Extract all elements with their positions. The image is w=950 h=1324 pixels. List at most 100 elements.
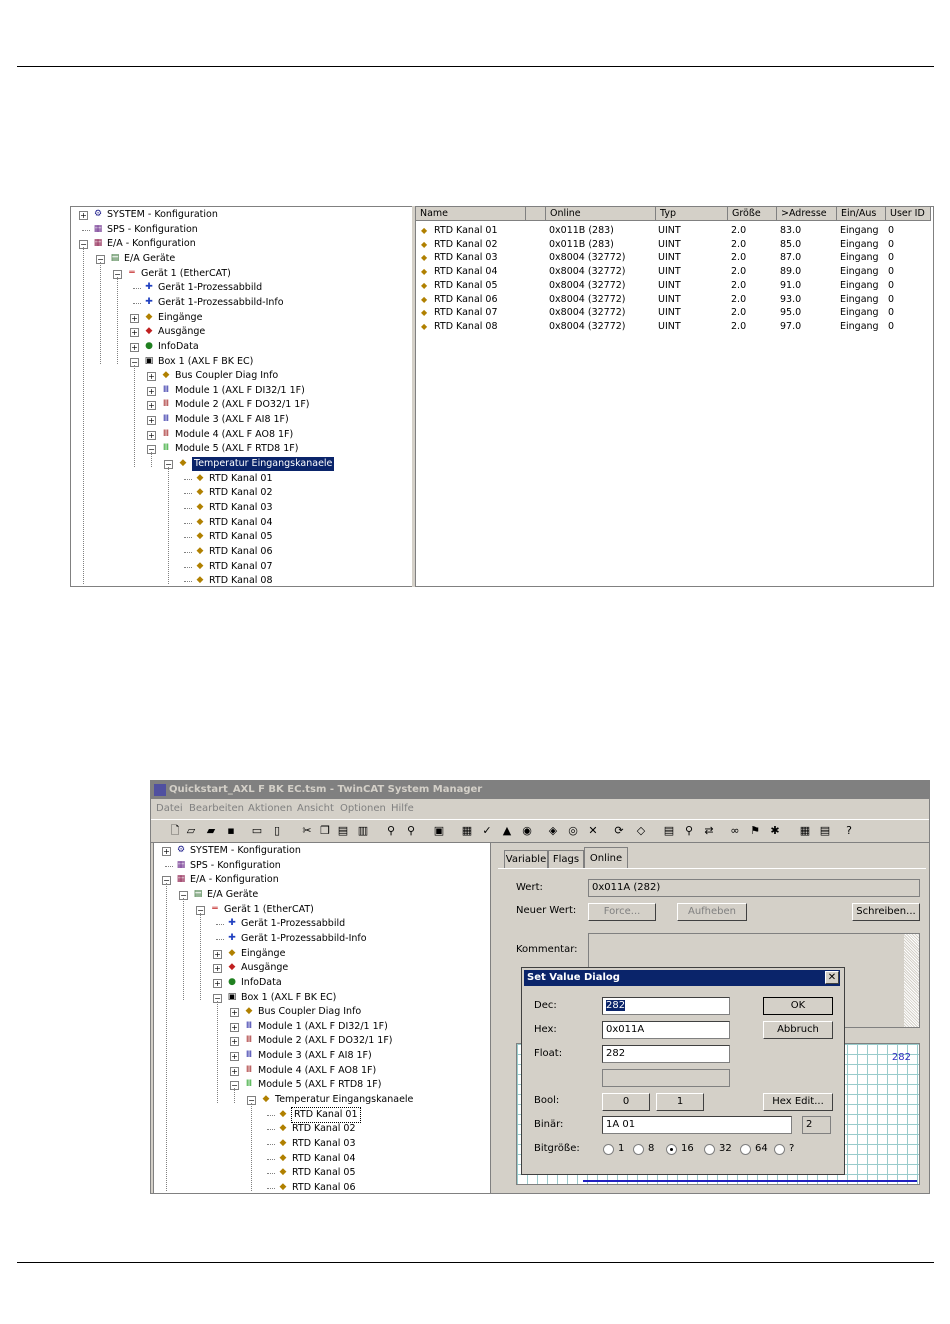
flag-icon[interactable]: ⚑ [747,823,763,839]
column-header[interactable]: Größe [728,207,777,221]
tree-node[interactable]: − ▤ E/A Geräte [71,252,412,266]
column-header[interactable]: Online [546,207,656,221]
table-row[interactable]: RTD Kanal 06 ◆ 0x8004 (32772) UINT 2.0 93.0 Ei… [416,293,933,307]
tools-icon[interactable]: ✕ [585,823,601,839]
table-row[interactable]: RTD Kanal 03 ◆ 0x8004 (32772) UINT 2.0 87.0 Ei… [416,251,933,265]
zoom-icon[interactable]: ⚲ [681,823,697,839]
tree-node[interactable]: ◆ RTD Kanal 04 [154,1152,490,1166]
hex-input[interactable]: 0x011A [602,1021,730,1039]
target-icon[interactable]: ▣ [431,823,447,839]
expand-icon[interactable]: + [79,211,88,220]
open-icon[interactable]: ▱ [183,823,199,839]
expand-icon[interactable]: + [162,847,171,856]
tree-node[interactable]: + Ⅲ Module 2 (AXL F DO32/1 1F) [71,398,412,412]
expand-icon[interactable]: + [213,964,222,974]
new-file-icon[interactable]: 🗋 [167,823,183,839]
tree-node[interactable]: ▦ SPS - Konfiguration [154,859,490,873]
bit-size-radio[interactable] [740,1144,751,1155]
generate-mappings-icon[interactable]: ▦ [459,823,475,839]
tree-node[interactable]: ▦ SPS - Konfiguration [71,223,412,237]
find-icon[interactable]: ⚲ [383,823,399,839]
expand-icon[interactable]: + [213,949,222,959]
bit-size-radio[interactable] [603,1144,614,1155]
menu-ansicht[interactable]: Ansicht [297,800,334,818]
tree-node[interactable]: ✚ Gerät 1-Prozessabbild-Info [154,932,490,946]
tree-node[interactable]: ◆ RTD Kanal 05 [154,1166,490,1180]
tree-node[interactable]: − ◆ Temperatur Eingangskanaele [154,1093,490,1107]
tree-node[interactable]: ◆ RTD Kanal 02 [71,486,412,500]
calc-icon[interactable]: ▤ [817,823,833,839]
expand-icon[interactable]: + [147,372,156,382]
tree-node[interactable]: + ◆ Bus Coupler Diag Info [154,1005,490,1019]
bit-size-radio[interactable] [704,1144,715,1155]
tree-node[interactable]: ◆ RTD Kanal 06 [71,545,412,559]
comment-scrollbar[interactable] [904,934,919,1027]
tree-node[interactable]: ◆ RTD Kanal 06 [154,1181,490,1193]
tree-node[interactable]: + ⚙ SYSTEM - Konfiguration [154,844,490,858]
tree-node[interactable]: + Ⅲ Module 1 (AXL F DI32/1 1F) [71,384,412,398]
tree-node[interactable]: − ▤ E/A Geräte [154,888,490,902]
tree-node[interactable]: + Ⅲ Module 3 (AXL F AI8 1F) [154,1049,490,1063]
column-header[interactable]: Name [416,207,526,221]
column-header[interactable]: User ID [886,207,931,221]
expand-icon[interactable]: + [147,430,156,440]
tree-node[interactable]: ◆ RTD Kanal 07 [71,560,412,574]
tree-node[interactable]: − ▣ Box 1 (AXL F BK EC) [154,991,490,1005]
cut-icon[interactable]: ✂ [299,823,315,839]
tree-node[interactable]: − ▦ E/A - Konfiguration [71,237,412,251]
ok-button[interactable]: OK [763,997,833,1015]
find-next-icon[interactable]: ⚲ [403,823,419,839]
tab-variable[interactable]: Variable [504,850,548,869]
run-mode-icon[interactable]: ◉ [519,823,535,839]
column-header[interactable]: Typ [656,207,728,221]
list-icon[interactable]: ▤ [661,823,677,839]
expand-icon[interactable]: + [230,1066,239,1076]
variables-table[interactable]: Name Online Typ Größe >Adresse Ein/Aus User ID… [415,206,934,587]
paste-special-icon[interactable]: ▥ [355,823,371,839]
check-icon[interactable]: ✓ [479,823,495,839]
tree-node[interactable]: + ◆ Ausgänge [71,325,412,339]
table-row[interactable]: RTD Kanal 02 ◆ 0x011B (283) UINT 2.0 85.0 Eing… [416,238,933,252]
config-tree[interactable]: + ⚙ SYSTEM - Konfiguration ▦ SPS - Konfigura… [70,206,413,587]
table-row[interactable]: RTD Kanal 07 ◆ 0x8004 (32772) UINT 2.0 95.0 Ei… [416,306,933,320]
tree-node[interactable]: + Ⅲ Module 3 (AXL F AI8 1F) [71,413,412,427]
expand-icon[interactable]: + [147,401,156,411]
expand-icon[interactable]: + [213,978,222,988]
expand-icon[interactable]: + [230,1008,239,1018]
tree-node[interactable]: ✚ Gerät 1-Prozessabbild-Info [71,296,412,310]
tree-node[interactable]: − Ⅲ Module 5 (AXL F RTD8 1F) [71,442,412,456]
glasses-icon[interactable]: ∞ [727,823,743,839]
config-mode-icon[interactable]: ◈ [545,823,561,839]
print-icon[interactable]: ▭ [249,823,265,839]
force-button[interactable]: Force... [588,903,656,921]
tree-node[interactable]: + ◆ Bus Coupler Diag Info [71,369,412,383]
bug-icon[interactable]: ✱ [767,823,783,839]
menu-optionen[interactable]: Optionen [340,800,386,818]
tab-online[interactable]: Online [584,847,628,869]
reload-icon[interactable]: ◎ [565,823,581,839]
bool-0-button[interactable]: 0 [602,1093,650,1111]
abbruch-button[interactable]: Abbruch [763,1021,833,1039]
open-folder-icon[interactable]: ▰ [203,823,219,839]
binaer-input[interactable]: 1A 01 [602,1116,792,1134]
bit-size-radio[interactable] [774,1144,785,1155]
expand-icon[interactable]: + [147,416,156,426]
tree-node[interactable]: ◆ RTD Kanal 03 [71,501,412,515]
aufheben-button[interactable]: Aufheben [677,903,747,921]
tree-node[interactable]: − ▦ E/A - Konfiguration [154,873,490,887]
tree-node[interactable]: ◆ RTD Kanal 01 [154,1106,490,1123]
menu-bearbeiten[interactable]: Bearbeiten [189,800,244,818]
tree-node[interactable]: + ◆ Ausgänge [154,961,490,975]
tree-node[interactable]: ◆ RTD Kanal 08 [71,574,412,586]
schreiben-button[interactable]: Schreiben... [852,903,920,921]
float-input[interactable]: 282 [602,1045,730,1063]
menu-hilfe[interactable]: Hilfe [391,800,414,818]
tree-node[interactable]: + ◆ Eingänge [154,947,490,961]
copy-icon[interactable]: ❐ [317,823,333,839]
hex-edit-button[interactable]: Hex Edit... [763,1093,833,1111]
menu-aktionen[interactable]: Aktionen [248,800,292,818]
tree-node[interactable]: − ═ Gerät 1 (EtherCAT) [154,903,490,917]
menu-datei[interactable]: Datei [156,800,183,818]
activate-icon[interactable]: ▲ [499,823,515,839]
config-tree[interactable]: + ⚙ SYSTEM - Konfiguration ▦ SPS - Konfigura… [153,842,491,1193]
